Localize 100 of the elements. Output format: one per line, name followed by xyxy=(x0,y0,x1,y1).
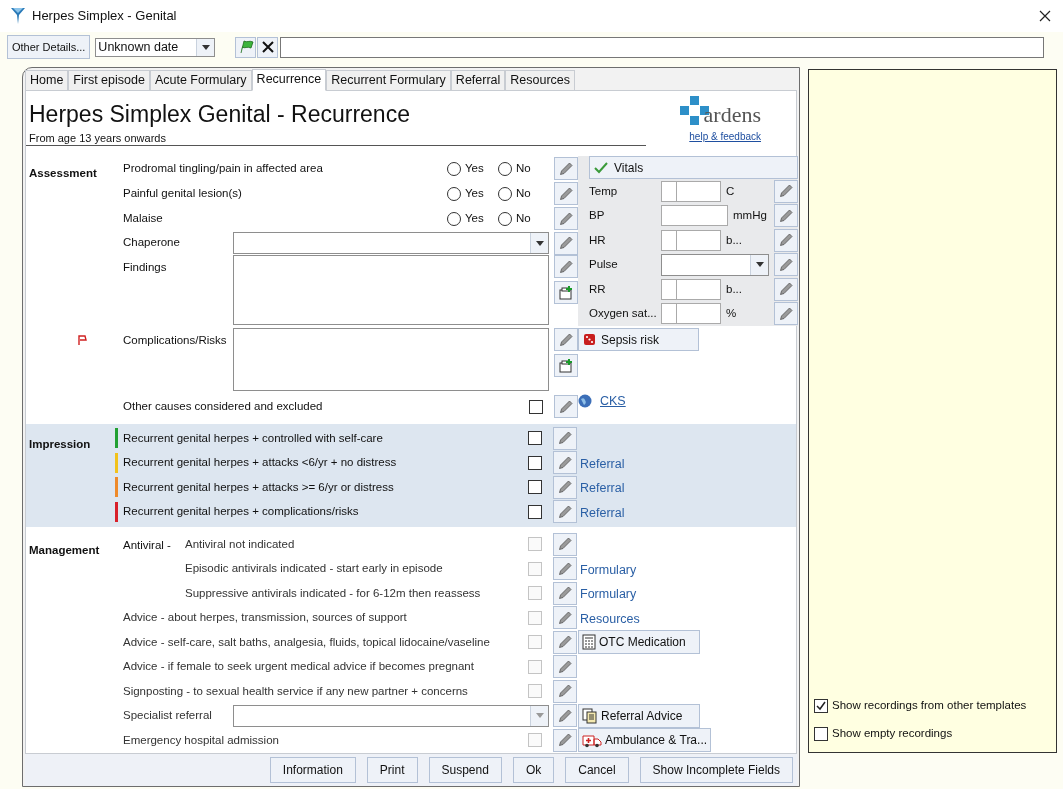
footer-button[interactable]: Suspend xyxy=(428,756,502,783)
other-details-button[interactable]: Other Details... xyxy=(7,35,91,59)
add-entry-button[interactable] xyxy=(554,354,578,377)
caret-icon xyxy=(535,240,544,246)
edit-button[interactable] xyxy=(553,655,577,679)
edit-button[interactable] xyxy=(553,451,577,475)
pencil-icon xyxy=(558,185,574,202)
section-label: Impression xyxy=(29,438,91,450)
checkbox[interactable] xyxy=(528,455,542,470)
text-area[interactable] xyxy=(233,255,549,325)
dropdown-field[interactable] xyxy=(233,232,549,254)
footer-button[interactable]: Show Incomplete Fields xyxy=(639,756,793,783)
link[interactable]: Formulary xyxy=(580,562,637,577)
unit-label: C xyxy=(725,183,736,199)
input-field[interactable] xyxy=(661,278,721,300)
footer-button[interactable]: Cancel xyxy=(565,756,629,783)
checkbox[interactable] xyxy=(528,480,542,495)
input-field[interactable] xyxy=(661,205,728,227)
edit-button[interactable] xyxy=(554,255,578,278)
edit-button[interactable] xyxy=(554,157,578,180)
edit-button[interactable] xyxy=(553,728,577,752)
action-button[interactable]: Referral Advice xyxy=(578,703,700,728)
item-label: Advice - if female to seek urgent medical advice if becomes pregnant xyxy=(123,659,475,675)
tab[interactable]: Referral xyxy=(450,70,506,90)
link[interactable]: Referral xyxy=(580,456,625,471)
checkbox[interactable] xyxy=(528,504,542,519)
radio-button[interactable] xyxy=(447,211,461,226)
pencil-icon xyxy=(557,430,573,447)
tab[interactable]: Acute Formulary xyxy=(149,70,252,90)
edit-button[interactable] xyxy=(774,277,798,301)
text-area[interactable] xyxy=(233,328,549,391)
footer-button[interactable]: Ok xyxy=(512,756,555,783)
edit-button[interactable] xyxy=(774,179,798,203)
pencil-icon xyxy=(557,658,573,675)
input-field[interactable] xyxy=(661,303,721,325)
footer-button[interactable]: Information xyxy=(269,756,356,783)
tab[interactable]: Home xyxy=(25,70,69,90)
section-label: Assessment xyxy=(29,167,97,179)
link[interactable]: CKS xyxy=(600,392,626,411)
dropdown-field[interactable] xyxy=(233,704,549,727)
clear-button[interactable] xyxy=(257,36,279,58)
edit-button[interactable] xyxy=(553,500,577,524)
dropdown-field[interactable] xyxy=(661,253,769,276)
pencil-icon xyxy=(778,256,794,273)
edit-button[interactable] xyxy=(774,302,798,326)
radio-button[interactable] xyxy=(498,186,512,201)
checkbox[interactable] xyxy=(814,699,828,713)
edit-button[interactable] xyxy=(553,532,577,556)
action-button[interactable]: OTC Medication xyxy=(578,630,700,655)
edit-button[interactable] xyxy=(553,581,577,605)
edit-button[interactable] xyxy=(774,204,798,228)
radio-button[interactable] xyxy=(447,161,461,176)
note-field[interactable] xyxy=(280,36,1044,58)
tab[interactable]: Recurrence xyxy=(251,69,327,91)
edit-button[interactable] xyxy=(553,704,577,728)
edit-button[interactable] xyxy=(553,679,577,703)
help-link[interactable]: help & feedback xyxy=(689,129,761,144)
radio-button[interactable] xyxy=(498,211,512,226)
link[interactable]: Referral xyxy=(580,481,625,496)
item-label: Advice - about herpes, transmission, sources of support xyxy=(123,610,408,626)
sepsis-risk-button[interactable]: Sepsis risk xyxy=(578,328,699,351)
checkbox[interactable] xyxy=(528,431,542,446)
input-field[interactable] xyxy=(661,229,721,251)
checkbox[interactable] xyxy=(814,727,828,741)
radio-button[interactable] xyxy=(498,161,512,176)
flag-button[interactable] xyxy=(235,36,257,58)
unit-label: b... xyxy=(725,232,743,248)
edit-button[interactable] xyxy=(554,328,578,351)
edit-button[interactable] xyxy=(553,606,577,630)
field-label: Chaperone xyxy=(123,235,181,251)
edit-button[interactable] xyxy=(553,475,577,499)
checkbox[interactable] xyxy=(529,399,543,414)
vitals-button[interactable]: Vitals xyxy=(589,156,798,179)
vital-label: Oxygen sat... xyxy=(589,306,658,322)
edit-button[interactable] xyxy=(553,557,577,581)
link[interactable]: Referral xyxy=(580,505,625,520)
edit-button[interactable] xyxy=(553,630,577,654)
edit-button[interactable] xyxy=(554,207,578,230)
action-button[interactable]: Ambulance & Tra... xyxy=(578,728,712,753)
tab[interactable]: Resources xyxy=(505,70,576,90)
pencil-icon xyxy=(778,281,794,298)
close-icon[interactable] xyxy=(1039,10,1051,22)
edit-button[interactable] xyxy=(774,228,798,252)
radio-button[interactable] xyxy=(447,186,461,201)
tab[interactable]: Recurrent Formulary xyxy=(326,70,451,90)
footer-button[interactable]: Print xyxy=(366,756,418,783)
documents-icon xyxy=(582,707,598,724)
tab[interactable]: First episode xyxy=(68,70,150,90)
edit-button[interactable] xyxy=(554,395,578,418)
input-field[interactable] xyxy=(661,180,721,202)
link[interactable]: Formulary xyxy=(580,587,637,602)
pencil-icon xyxy=(557,560,573,577)
edit-button[interactable] xyxy=(554,231,578,255)
date-dropdown[interactable]: Unknown date xyxy=(95,37,216,57)
edit-button[interactable] xyxy=(774,253,798,277)
add-entry-button[interactable] xyxy=(554,281,578,304)
edit-button[interactable] xyxy=(553,426,577,450)
question-label: Prodromal tingling/pain in affected area xyxy=(123,160,324,176)
edit-button[interactable] xyxy=(554,182,578,205)
link[interactable]: Resources xyxy=(580,611,640,626)
